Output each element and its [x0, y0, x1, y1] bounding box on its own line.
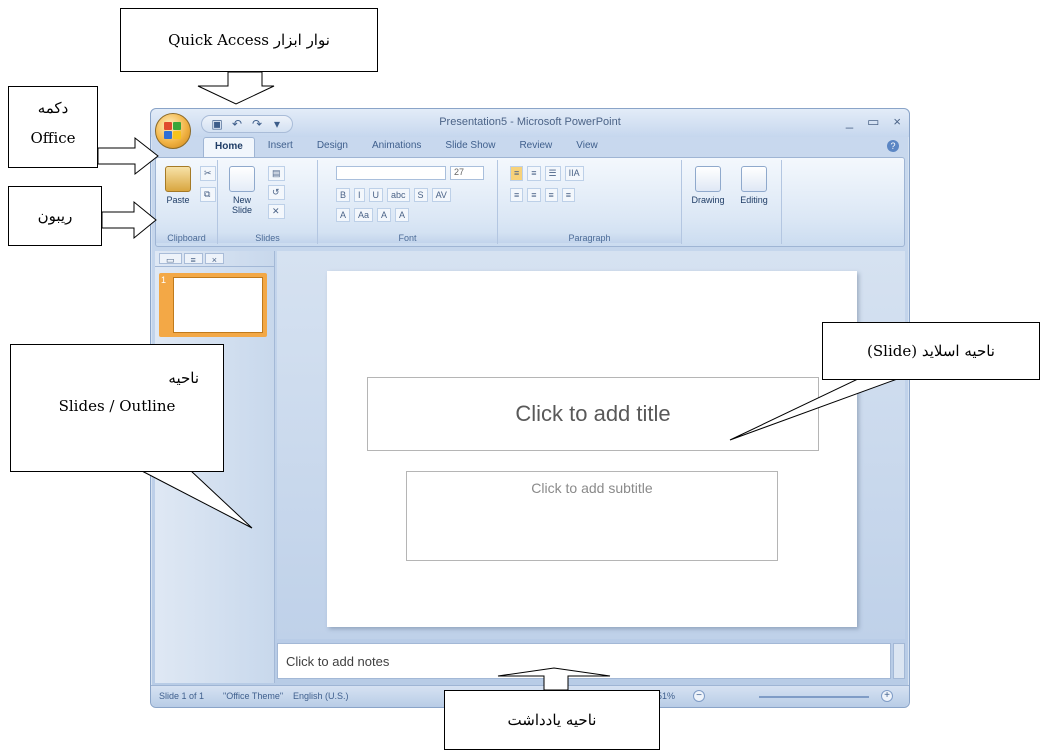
callout-slides-outline: ناحیه Slides / Outline — [10, 344, 224, 472]
callout-slides-outline-line1: ناحیه — [168, 369, 199, 387]
notes-area-arrow — [497, 667, 611, 691]
callout-quick-access: نوار ابزار Quick Access — [120, 8, 378, 72]
callout-slide-area: ناحیه اسلاید (Slide) — [822, 322, 1040, 380]
office-button-arrow — [97, 136, 159, 176]
callout-office-button-line1: دکمه — [37, 99, 69, 117]
callout-notes-area: ناحیه یادداشت — [444, 690, 660, 750]
callout-slides-outline-line2: Slides / Outline — [58, 397, 176, 415]
callout-slide-area-text: ناحیه اسلاید (Slide) — [867, 342, 995, 360]
ribbon-arrow — [101, 200, 157, 240]
callout-office-button: دکمه Office — [8, 86, 98, 168]
callout-office-button-line2: Office — [30, 129, 76, 147]
callout-ribbon-text: ریبون — [37, 207, 73, 225]
quick-access-arrow — [197, 71, 275, 105]
callout-ribbon: ریبون — [8, 186, 102, 246]
callout-notes-area-text: ناحیه یادداشت — [507, 711, 597, 729]
slides-outline-tail — [139, 469, 253, 529]
slide-area-tail — [729, 377, 901, 441]
callout-quick-access-text: نوار ابزار Quick Access — [168, 31, 330, 49]
